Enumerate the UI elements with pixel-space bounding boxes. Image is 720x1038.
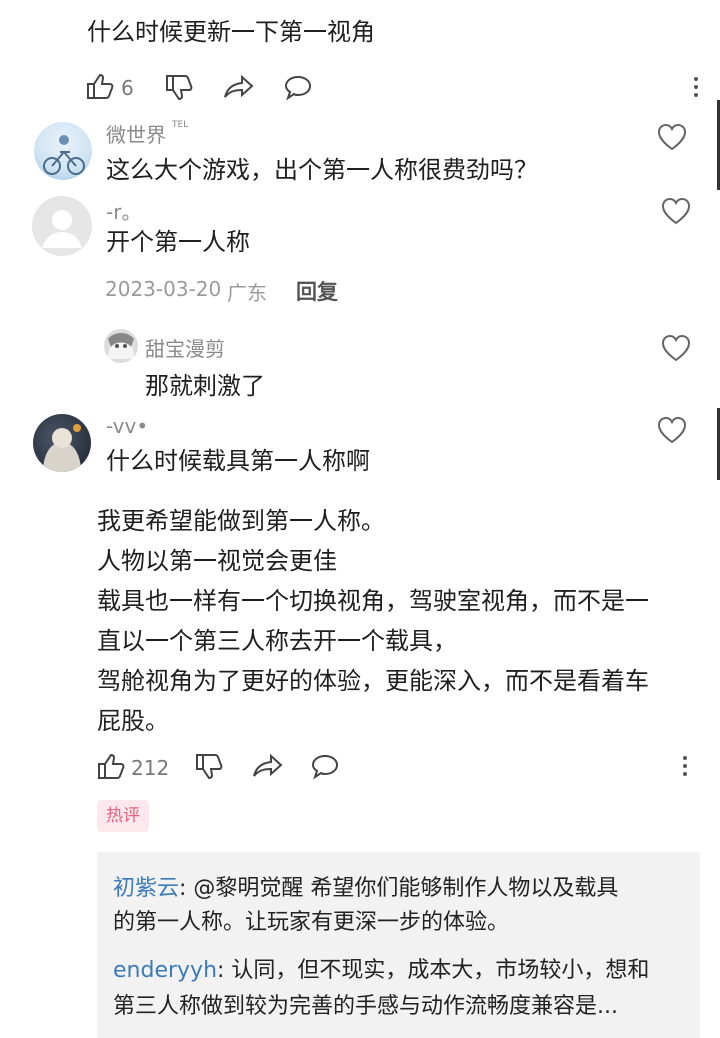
comment-line: 我更希望能做到第一人称。 xyxy=(97,507,385,535)
hot-reply-cont: 的第一人称。让玩家有更深一步的体验。 xyxy=(113,910,510,935)
reply-text: 这么大个游戏，出个第一人称很费劲吗？ xyxy=(106,156,538,184)
reply-text: 什么时候载具第一人称啊 xyxy=(106,447,370,475)
main-like-count: 212 xyxy=(131,756,170,780)
share-icon[interactable] xyxy=(223,74,255,100)
more-icon[interactable] xyxy=(683,752,687,780)
top-like-count: 6 xyxy=(121,76,134,100)
hot-reply[interactable]: enderyyh: 认同，但不现实，成本大，市场较小，想和 xyxy=(113,954,693,988)
heart-icon[interactable] xyxy=(661,197,691,225)
reply-date: 2023-03-20 xyxy=(105,277,222,301)
comment-line: 载具也一样有一个切换视角，驾驶室视角，而不是一 xyxy=(97,587,649,615)
hot-reply-text: : @黎明觉醒 希望你们能够制作人物以及载具 xyxy=(179,876,619,901)
comment-line: 驾舱视角为了更好的体验，更能深入，而不是看着车 xyxy=(97,667,649,695)
avatar[interactable] xyxy=(104,329,138,363)
hot-reply-name[interactable]: 初紫云 xyxy=(113,876,179,901)
reply-button[interactable]: 回复 xyxy=(296,276,338,306)
reply-text: 那就刺激了 xyxy=(145,372,265,400)
hot-reply-text: : 认同，但不现实，成本大，市场较小，想和 xyxy=(217,958,650,983)
user-badge: TEL xyxy=(172,120,189,130)
avatar[interactable] xyxy=(34,122,92,180)
avatar[interactable] xyxy=(33,414,91,472)
hot-reply-name[interactable]: enderyyh xyxy=(113,958,217,983)
top-comment-text: 什么时候更新一下第一视角 xyxy=(87,18,375,46)
reply-name[interactable]: 微世界 xyxy=(106,119,166,148)
hot-replies-box[interactable]: 初紫云: @黎明觉醒 希望你们能够制作人物以及载具 的第一人称。让玩家有更深一步… xyxy=(97,852,700,1038)
comment-line: 屁股。 xyxy=(97,707,169,735)
heart-icon[interactable] xyxy=(657,416,687,444)
avatar[interactable] xyxy=(32,196,92,256)
thumbs-up-icon[interactable] xyxy=(85,72,115,100)
main-comment-text: 我更希望能做到第一人称。 人物以第一视觉会更佳 载具也一样有一个切换视角，驾驶室… xyxy=(97,503,697,739)
comment-icon[interactable] xyxy=(283,74,313,102)
comment-line: 直以一个第三人称去开一个载具， xyxy=(97,627,457,655)
thumbs-down-icon[interactable] xyxy=(194,753,224,781)
hot-reply[interactable]: 初紫云: @黎明觉醒 希望你们能够制作人物以及载具 xyxy=(113,872,693,906)
comment-line: 人物以第一视觉会更佳 xyxy=(97,547,337,575)
heart-icon[interactable] xyxy=(661,334,691,362)
share-icon[interactable] xyxy=(252,753,284,779)
reply-location: 广东 xyxy=(227,281,267,305)
comment-icon[interactable] xyxy=(310,753,340,781)
reply-text: 开个第一人称 xyxy=(106,228,250,256)
reply-name[interactable]: -vv• xyxy=(106,414,148,438)
heart-icon[interactable] xyxy=(657,123,687,151)
reply-name[interactable]: -r。 xyxy=(106,196,141,225)
reply-name[interactable]: 甜宝漫剪 xyxy=(145,333,225,362)
thumbs-down-icon[interactable] xyxy=(164,74,194,102)
hot-reply-cont: 第三人称做到较为完善的手感与动作流畅度兼容是... xyxy=(113,994,618,1019)
hot-comment-badge: 热评 xyxy=(97,800,149,832)
thumbs-up-icon[interactable] xyxy=(96,752,126,780)
more-icon[interactable] xyxy=(694,73,698,101)
